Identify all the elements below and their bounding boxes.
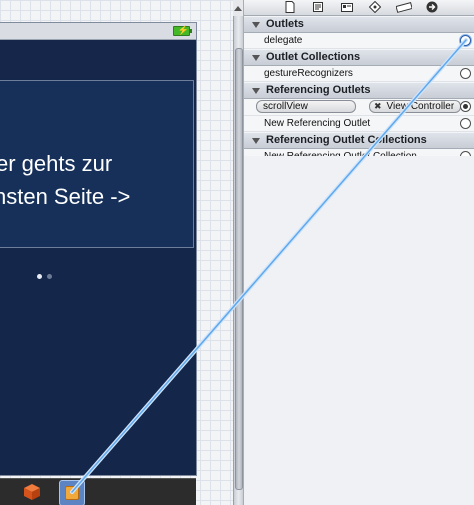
outlet-name-pill[interactable]: scrollView xyxy=(256,100,356,113)
section-header-referencing-outlet-collections[interactable]: Referencing Outlet Collections xyxy=(244,132,474,149)
page-indicator-inactive[interactable] xyxy=(47,274,52,279)
first-responder-cube-icon[interactable] xyxy=(23,483,41,501)
view-controller-icon[interactable] xyxy=(59,480,85,505)
section-header-outlet-collections[interactable]: Outlet Collections xyxy=(244,49,474,66)
remove-connection-icon[interactable]: ✖ xyxy=(374,101,382,111)
section-title: Outlets xyxy=(266,18,304,30)
section-header-outlets[interactable]: Outlets xyxy=(244,16,474,33)
scroll-view[interactable]: er gehts zur nsten Seite -> xyxy=(0,80,194,248)
connections-arrow-icon[interactable] xyxy=(426,1,438,13)
connection-circle[interactable] xyxy=(460,118,471,129)
outlet-label: delegate xyxy=(264,35,303,46)
storyboard-canvas[interactable]: ⚡ er gehts zur nsten Seite -> xyxy=(0,0,233,505)
file-icon[interactable] xyxy=(284,1,296,13)
section-title: Referencing Outlet Collections xyxy=(266,134,427,146)
target-label: View Controller xyxy=(386,101,455,112)
attributes-icon[interactable] xyxy=(369,1,381,13)
connections-list: Outlets delegate Outlet Collections gest… xyxy=(244,16,474,165)
disclosure-triangle-icon[interactable] xyxy=(252,22,260,28)
section-title: Outlet Collections xyxy=(266,51,361,63)
new-referencing-outlet-row: New Referencing Outlet xyxy=(244,116,474,132)
quick-help-icon[interactable] xyxy=(312,1,324,13)
inspector-toolbar xyxy=(244,0,474,16)
disclosure-triangle-icon[interactable] xyxy=(252,88,260,94)
page-text-line1: er gehts zur xyxy=(0,151,113,176)
outlet-label: New Referencing Outlet xyxy=(264,118,371,129)
identity-icon[interactable] xyxy=(341,1,353,13)
view-controller-scene[interactable]: ⚡ er gehts zur nsten Seite -> xyxy=(0,22,197,476)
outlet-row-gesture-recognizers: gestureRecognizers xyxy=(244,66,474,82)
size-ruler-icon[interactable] xyxy=(396,1,412,13)
connection-circle-filled[interactable] xyxy=(460,101,471,112)
top-bar xyxy=(0,40,196,78)
connection-circle[interactable] xyxy=(460,68,471,79)
outlet-row-delegate: delegate xyxy=(244,33,474,49)
referencing-outlet-row: scrollView ✖ View Controller xyxy=(244,99,474,116)
status-bar: ⚡ xyxy=(0,23,196,40)
connections-inspector: Outlets delegate Outlet Collections gest… xyxy=(243,0,474,505)
section-title: Referencing Outlets xyxy=(266,84,371,96)
disclosure-triangle-icon[interactable] xyxy=(252,138,260,144)
connection-target-pill[interactable]: ✖ View Controller xyxy=(369,100,462,113)
page-indicator-active[interactable] xyxy=(37,274,42,279)
page-text-line2: nsten Seite -> xyxy=(0,184,131,209)
disclosure-triangle-icon[interactable] xyxy=(252,55,260,61)
inspector-empty-area xyxy=(244,156,474,505)
connection-circle-active[interactable] xyxy=(460,35,471,46)
charging-bolt-icon: ⚡ xyxy=(177,25,189,35)
scroll-thumb[interactable] xyxy=(235,48,243,490)
page-control[interactable] xyxy=(37,270,57,282)
outlet-label: gestureRecognizers xyxy=(264,68,353,79)
section-header-referencing-outlets[interactable]: Referencing Outlets xyxy=(244,82,474,99)
scroll-up-arrow-icon[interactable] xyxy=(234,6,242,11)
